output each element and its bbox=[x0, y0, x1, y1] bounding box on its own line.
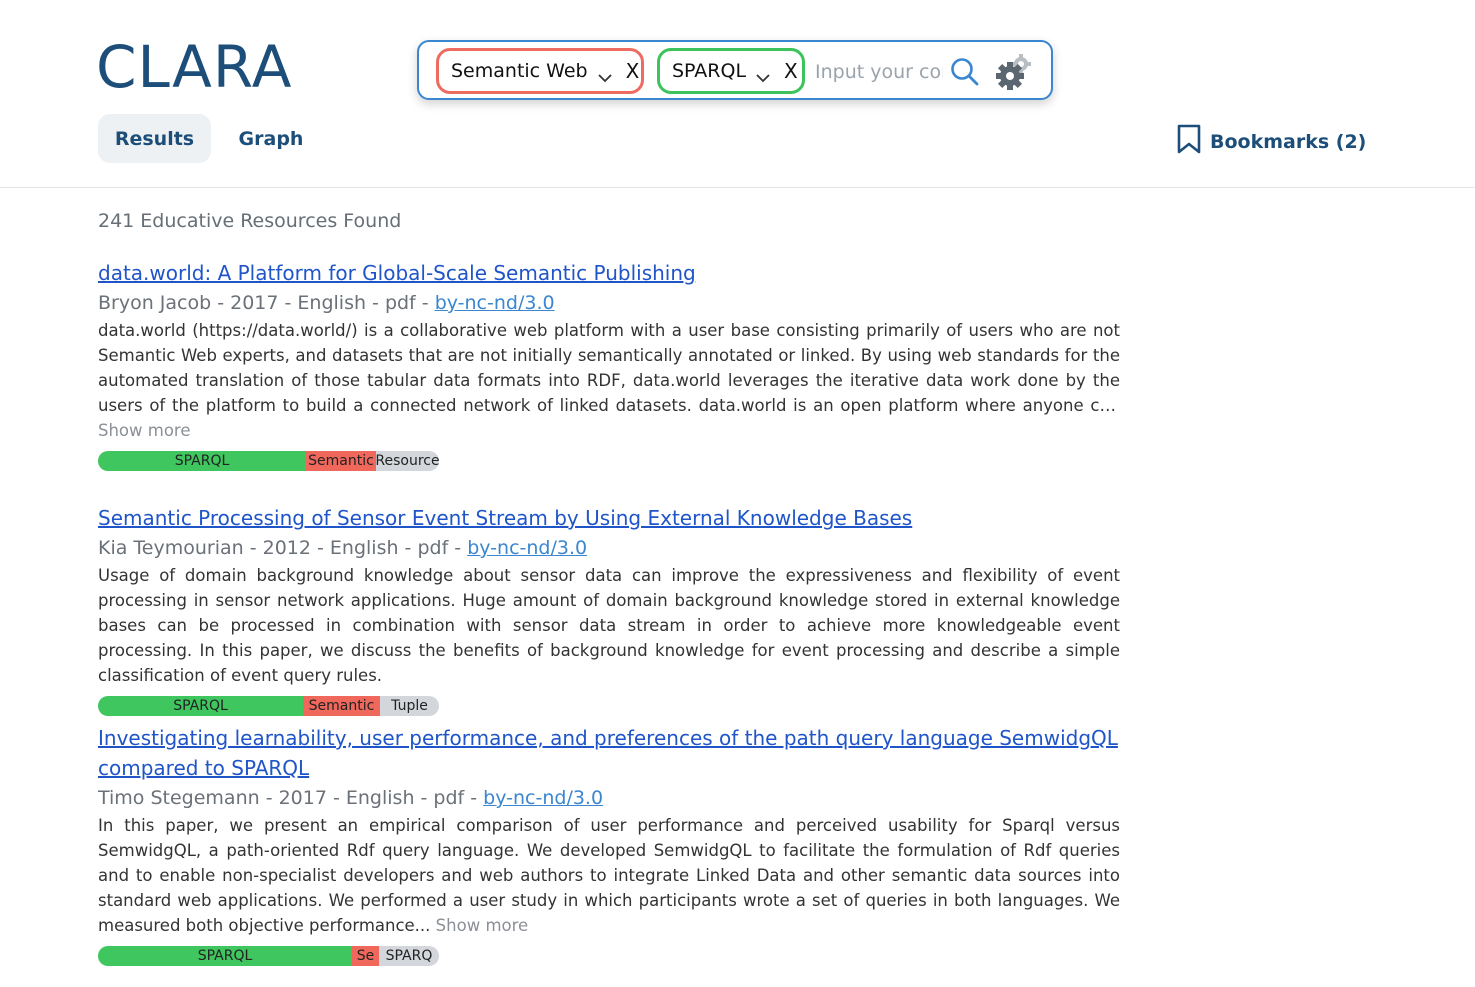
tag-bar: SPARQL Semantic Resource bbox=[98, 451, 439, 471]
result-meta-text: Timo Stegemann - 2017 - English - pdf - bbox=[98, 787, 484, 809]
result-meta: Bryon Jacob - 2017 - English - pdf - by-… bbox=[98, 288, 1120, 318]
results-count: 241 Educative Resources Found bbox=[98, 210, 402, 232]
result-title-link[interactable]: Semantic Processing of Sensor Event Stre… bbox=[98, 503, 1120, 533]
result-title-link[interactable]: data.world: A Platform for Global-Scale … bbox=[98, 258, 1120, 288]
bookmarks-label: Bookmarks (2) bbox=[1210, 130, 1367, 153]
chevron-down-icon[interactable] bbox=[597, 66, 612, 83]
app-logo: CLARA bbox=[96, 33, 293, 101]
tag-resource[interactable]: Resource bbox=[376, 451, 439, 471]
result-meta-text: Kia Teymourian - 2012 - English - pdf - bbox=[98, 537, 468, 559]
result-description: In this paper, we present an empirical c… bbox=[98, 813, 1120, 938]
show-more-link[interactable]: Show more bbox=[98, 418, 1120, 443]
result-description: Usage of domain background knowledge abo… bbox=[98, 566, 1120, 685]
result-item: data.world: A Platform for Global-Scale … bbox=[98, 258, 1120, 471]
remove-chip-button[interactable]: X bbox=[784, 59, 798, 83]
search-bar: Semantic Web X SPARQL X bbox=[417, 40, 1053, 100]
tag-sparql[interactable]: SPARQL bbox=[98, 451, 306, 471]
tag-tuple[interactable]: Tuple bbox=[380, 696, 439, 716]
header-divider bbox=[0, 187, 1475, 188]
bookmarks-button[interactable]: Bookmarks (2) bbox=[1176, 124, 1366, 159]
license-link[interactable]: by-nc-nd/3.0 bbox=[435, 292, 555, 314]
result-meta: Kia Teymourian - 2012 - English - pdf - … bbox=[98, 533, 1120, 563]
concept-chip-semantic-web[interactable]: Semantic Web X bbox=[436, 48, 644, 94]
license-link[interactable]: by-nc-nd/3.0 bbox=[467, 537, 587, 559]
tag-sparql[interactable]: SPARQL bbox=[98, 946, 352, 966]
chip-label: Semantic Web bbox=[451, 60, 588, 82]
result-title-link[interactable]: Investigating learnability, user perform… bbox=[98, 723, 1120, 783]
license-link[interactable]: by-nc-nd/3.0 bbox=[483, 787, 603, 809]
tag-sparql-secondary[interactable]: SPARQ bbox=[379, 946, 439, 966]
result-item: Investigating learnability, user perform… bbox=[98, 723, 1120, 966]
tag-semantic[interactable]: Semantic bbox=[306, 451, 376, 471]
tag-semantic[interactable]: Se bbox=[352, 946, 379, 966]
remove-chip-button[interactable]: X bbox=[626, 59, 640, 83]
tab-results[interactable]: Results bbox=[98, 114, 211, 163]
show-more-link[interactable]: Show more bbox=[436, 916, 529, 935]
result-description: data.world (https://data.world/) is a co… bbox=[98, 321, 1120, 415]
tag-bar: SPARQL Se SPARQ bbox=[98, 946, 439, 966]
result-description-text: In this paper, we present an empirical c… bbox=[98, 816, 1120, 935]
result-meta-text: Bryon Jacob - 2017 - English - pdf - bbox=[98, 292, 435, 314]
tab-graph[interactable]: Graph bbox=[224, 114, 318, 163]
concept-chip-sparql[interactable]: SPARQL X bbox=[657, 48, 805, 94]
tag-bar: SPARQL Semantic Tuple bbox=[98, 696, 439, 716]
gear-icon[interactable] bbox=[995, 52, 1035, 92]
result-meta: Timo Stegemann - 2017 - English - pdf - … bbox=[98, 783, 1120, 813]
result-item: Semantic Processing of Sensor Event Stre… bbox=[98, 503, 1120, 716]
concept-search-input[interactable] bbox=[815, 56, 943, 88]
chevron-down-icon[interactable] bbox=[756, 66, 770, 83]
chip-label: SPARQL bbox=[672, 60, 747, 82]
bookmark-icon bbox=[1176, 124, 1210, 159]
search-icon[interactable] bbox=[949, 56, 981, 88]
tag-sparql[interactable]: SPARQL bbox=[98, 696, 303, 716]
tag-semantic[interactable]: Semantic bbox=[303, 696, 380, 716]
